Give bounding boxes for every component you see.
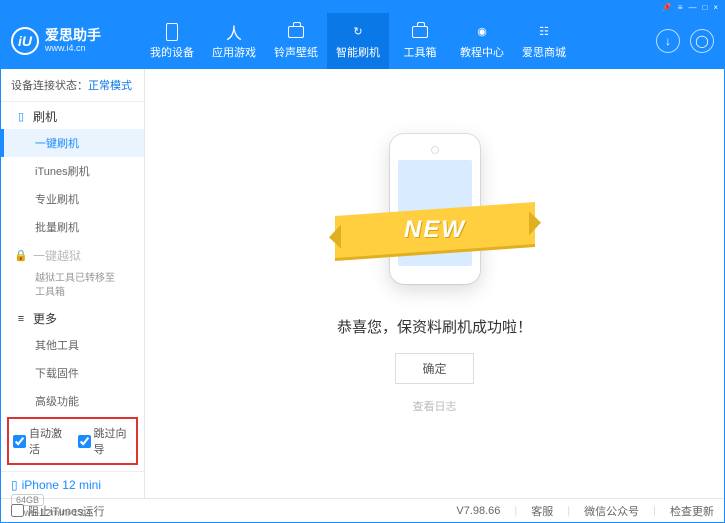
store-icon: ☷ (535, 23, 553, 41)
titlebar: 📌 ≡ — □ × (1, 1, 724, 13)
nav-tutorial[interactable]: ◉ 教程中心 (451, 13, 513, 69)
sidebar-section-more[interactable]: ≡ 更多 (1, 304, 144, 331)
sidebar-item-one-click-flash[interactable]: 一键刷机 (1, 129, 144, 157)
sidebar-item-itunes-flash[interactable]: iTunes刷机 (1, 157, 144, 185)
toolbox-icon (411, 23, 429, 41)
nav-ringtone-wallpaper[interactable]: 铃声壁纸 (265, 13, 327, 69)
nav-label: 应用游戏 (212, 44, 256, 60)
minimize-icon[interactable]: — (688, 3, 696, 12)
sidebar-item-advanced[interactable]: 高级功能 (1, 387, 144, 415)
nav-toolbox[interactable]: 工具箱 (389, 13, 451, 69)
app-logo-icon: iU (11, 27, 39, 55)
checkbox-label: 阻止iTunes运行 (28, 503, 105, 519)
ok-button[interactable]: 确定 (395, 353, 473, 384)
block-itunes-input[interactable] (11, 504, 24, 517)
nav-apps-games[interactable]: 人应用游戏 (203, 13, 265, 69)
customer-service-link[interactable]: 客服 (531, 503, 553, 519)
sidebar-item-pro-flash[interactable]: 专业刷机 (1, 185, 144, 213)
auto-activate-input[interactable] (13, 435, 26, 448)
main-content: NEW 恭喜您，保资料刷机成功啦！ 确定 查看日志 (145, 69, 724, 498)
nav-label: 教程中心 (460, 44, 504, 60)
header-right: ↓ ◯ (656, 29, 714, 53)
skip-guide-input[interactable] (78, 435, 91, 448)
nav-label: 智能刷机 (336, 44, 380, 60)
section-label: 更多 (33, 310, 57, 327)
version-label: V7.98.66 (456, 505, 500, 517)
separator: | (567, 505, 570, 517)
checkbox-auto-activate[interactable]: 自动激活 (13, 425, 68, 457)
checkbox-label: 跳过向导 (94, 425, 133, 457)
sidebar-item-download-firmware[interactable]: 下载固件 (1, 359, 144, 387)
tutorial-icon: ◉ (473, 23, 491, 41)
download-button[interactable]: ↓ (656, 29, 680, 53)
conn-mode: 正常模式 (88, 80, 132, 92)
maximize-icon[interactable]: □ (702, 3, 707, 12)
flash-icon: ↻ (349, 23, 367, 41)
pin-icon[interactable]: 📌 (662, 3, 672, 12)
connection-status: 设备连接状态：正常模式 (1, 69, 144, 102)
new-ribbon: NEW (335, 202, 535, 258)
sidebar-section-flash[interactable]: ▯ 刷机 (1, 102, 144, 129)
checkbox-label: 自动激活 (29, 425, 68, 457)
menu-icon[interactable]: ≡ (678, 3, 683, 12)
account-button[interactable]: ◯ (690, 29, 714, 53)
sidebar: 设备连接状态：正常模式 ▯ 刷机 一键刷机 iTunes刷机 专业刷机 批量刷机… (1, 69, 145, 498)
app-name: 爱思助手 (45, 28, 101, 43)
nav-label: 我的设备 (150, 44, 194, 60)
separator: | (514, 505, 517, 517)
separator: | (653, 505, 656, 517)
nav-smart-flash[interactable]: ↻ 智能刷机 (327, 13, 389, 69)
sidebar-section-jailbreak: 🔒 一键越狱 (1, 241, 144, 268)
device-name: iPhone 12 mini (22, 478, 101, 492)
phone-icon: ▯ (15, 111, 27, 123)
conn-label: 设备连接状态： (11, 80, 88, 92)
header: iU 爱思助手 www.i4.cn 我的设备 人应用游戏 铃声壁纸 ↻ 智能刷机 … (1, 13, 724, 69)
view-log-link[interactable]: 查看日志 (413, 398, 457, 414)
check-update-link[interactable]: 检查更新 (670, 503, 714, 519)
main-nav: 我的设备 人应用游戏 铃声壁纸 ↻ 智能刷机 工具箱 ◉ 教程中心 ☷ 爱思商城 (141, 13, 656, 69)
ringtone-icon (287, 23, 305, 41)
wechat-link[interactable]: 微信公众号 (584, 503, 639, 519)
jailbreak-note: 越狱工具已转移至 工具箱 (1, 268, 144, 304)
options-highlight-box: 自动激活 跳过向导 (7, 417, 138, 465)
device-icon (163, 23, 181, 41)
apps-icon: 人 (225, 23, 243, 41)
app-url: www.i4.cn (45, 44, 101, 54)
checkbox-block-itunes[interactable]: 阻止iTunes运行 (11, 503, 105, 519)
checkbox-skip-guide[interactable]: 跳过向导 (78, 425, 133, 457)
success-illustration: NEW (335, 124, 535, 294)
section-label: 一键越狱 (33, 247, 81, 264)
ribbon-text: NEW (404, 216, 466, 244)
logo-area: iU 爱思助手 www.i4.cn (11, 27, 141, 55)
nav-my-device[interactable]: 我的设备 (141, 13, 203, 69)
device-phone-icon: ▯ (11, 478, 18, 492)
close-icon[interactable]: × (713, 3, 718, 12)
sidebar-item-other-tools[interactable]: 其他工具 (1, 331, 144, 359)
success-message: 恭喜您，保资料刷机成功啦！ (337, 316, 532, 337)
lock-icon: 🔒 (15, 250, 27, 262)
section-label: 刷机 (33, 108, 57, 125)
more-icon: ≡ (15, 313, 27, 325)
device-name-row: ▯ iPhone 12 mini (11, 478, 134, 492)
app-window: 📌 ≡ — □ × iU 爱思助手 www.i4.cn 我的设备 人应用游戏 铃… (0, 0, 725, 523)
nav-label: 工具箱 (404, 44, 437, 60)
nav-label: 爱思商城 (522, 44, 566, 60)
body: 设备连接状态：正常模式 ▯ 刷机 一键刷机 iTunes刷机 专业刷机 批量刷机… (1, 69, 724, 498)
nav-store[interactable]: ☷ 爱思商城 (513, 13, 575, 69)
nav-label: 铃声壁纸 (274, 44, 318, 60)
sidebar-item-batch-flash[interactable]: 批量刷机 (1, 213, 144, 241)
